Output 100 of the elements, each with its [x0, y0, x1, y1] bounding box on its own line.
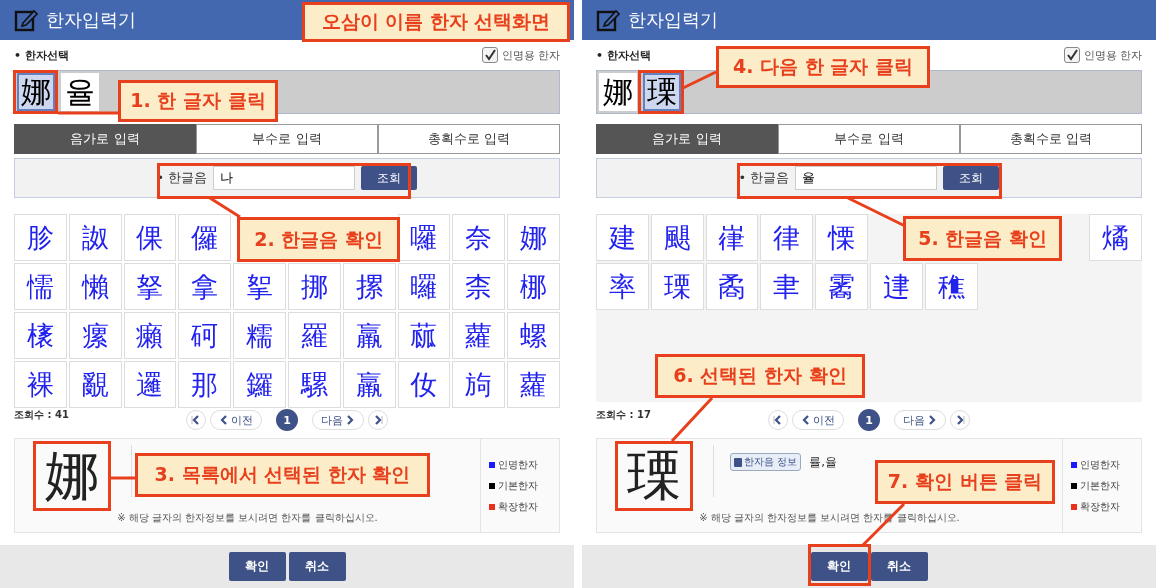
hanja-cell[interactable]: 羸 — [342, 312, 396, 359]
hanja-cell[interactable]: 瑮 — [650, 263, 704, 310]
info-badge[interactable]: 한자음 정보 — [730, 453, 802, 471]
action-button[interactable]: 취소 — [288, 552, 346, 581]
last-page-button[interactable] — [950, 410, 970, 430]
hanja-cell[interactable]: 騾 — [288, 361, 341, 408]
edit-icon — [14, 8, 38, 32]
hanja-cell[interactable]: 裸 — [14, 361, 67, 408]
first-page-button[interactable] — [768, 410, 788, 430]
search-label: • 한글음 — [738, 169, 790, 187]
tab[interactable]: 음가로 입력 — [14, 124, 196, 154]
hanja-cell[interactable]: 儸 — [178, 214, 232, 261]
tab[interactable]: 총획수로 입력 — [378, 124, 560, 154]
callout-label: 1. 한 글자 클릭 — [118, 80, 278, 122]
window-title: 한자입력기 — [628, 8, 718, 32]
hanja-cell[interactable]: 聿 — [760, 263, 814, 310]
last-page-icon — [955, 414, 965, 426]
next-button[interactable]: 다음 — [312, 410, 364, 430]
hanja-cell[interactable]: 慄 — [815, 214, 868, 261]
checkbox[interactable] — [481, 47, 498, 63]
callout-label: 오삼이 이름 한자 선택화면 — [302, 2, 570, 42]
hanja-reading: 률,율 — [809, 453, 837, 471]
action-button[interactable]: 확인 — [810, 552, 868, 581]
hanja-cell[interactable]: 穛 — [924, 263, 978, 310]
hanja-cell[interactable]: 糯 — [233, 312, 286, 359]
action-button[interactable]: 확인 — [228, 552, 286, 581]
selected-char[interactable]: 瑮 — [643, 73, 681, 111]
hanja-cell[interactable]: 霱 — [815, 263, 868, 310]
hanja-cell[interactable]: 颶 — [650, 214, 704, 261]
highlight-frame — [808, 544, 871, 586]
search-button[interactable]: 조회 — [361, 166, 418, 190]
hanja-cell[interactable]: 柰 — [452, 263, 506, 310]
hanja-cell[interactable]: 橠 — [14, 312, 67, 359]
hanja-cell[interactable]: 蘿 — [507, 361, 560, 408]
last-page-icon — [373, 414, 383, 426]
previous-button[interactable]: 이전 — [210, 410, 262, 430]
selected-char[interactable]: 율 — [61, 73, 99, 111]
hanja-cell[interactable]: 砢 — [178, 312, 232, 359]
hanja-cell[interactable]: 摞 — [342, 263, 396, 310]
hanja-cell[interactable]: 拿 — [178, 263, 232, 310]
section-label: • 한자선택 — [596, 47, 651, 63]
hanja-cell[interactable]: 覶 — [68, 361, 122, 408]
hanja-cell[interactable]: 懦 — [14, 263, 67, 310]
hanja-cell[interactable]: 㚢 — [397, 361, 451, 408]
chevron-right-icon — [345, 414, 355, 426]
section-label: • 한자선택 — [14, 47, 69, 63]
tab[interactable]: 부수로 입력 — [196, 124, 378, 154]
checkbox-label: 인명용 한자 — [1083, 47, 1142, 63]
hanja-cell[interactable]: 矞 — [705, 263, 759, 310]
hanja-cell[interactable]: 癩 — [123, 312, 177, 359]
search-button[interactable]: 조회 — [943, 166, 1000, 190]
callout-label: 7. 확인 버튼 클릭 — [875, 460, 1055, 504]
result-count: 조회수 : 41 — [14, 408, 69, 422]
next-button[interactable]: 다음 — [894, 410, 946, 430]
hanja-cell[interactable]: 囉 — [397, 214, 451, 261]
search-field[interactable]: 나 — [213, 166, 356, 190]
page-number[interactable]: 1 — [858, 409, 880, 431]
hanja-cell[interactable]: 那 — [178, 361, 232, 408]
hanja-cell[interactable]: 率 — [596, 263, 649, 310]
last-page-button[interactable] — [368, 410, 388, 430]
hanja-cell[interactable]: 羸 — [342, 361, 396, 408]
hanja-cell[interactable]: 懶 — [68, 263, 122, 310]
hanja-cell[interactable]: 螺 — [507, 312, 560, 359]
hanja-cell[interactable]: 倮 — [123, 214, 177, 261]
previous-button[interactable]: 이전 — [792, 410, 844, 430]
hanja-cell[interactable]: 挐 — [233, 263, 286, 310]
hanja-cell[interactable]: 曪 — [397, 263, 451, 310]
first-page-button[interactable] — [186, 410, 206, 430]
hanja-cell[interactable]: 詉 — [68, 214, 122, 261]
edit-icon — [596, 8, 620, 32]
tab[interactable]: 음가로 입력 — [596, 124, 778, 154]
tab[interactable]: 부수로 입력 — [778, 124, 960, 154]
action-button[interactable]: 취소 — [870, 552, 928, 581]
page-number[interactable]: 1 — [276, 409, 298, 431]
hanja-cell[interactable]: 胗 — [14, 214, 67, 261]
hanja-cell[interactable]: 挪 — [288, 263, 341, 310]
hanja-cell[interactable]: 奈 — [452, 214, 506, 261]
hanja-cell[interactable]: 鑼 — [233, 361, 286, 408]
checkbox[interactable] — [1063, 47, 1080, 63]
callout-label: 4. 다음 한 글자 클릭 — [716, 46, 930, 88]
legend-label: 기본한자 — [1080, 478, 1120, 493]
hanja-cell[interactable]: 燏 — [1089, 214, 1142, 261]
hanja-cell[interactable]: 蓏 — [397, 312, 451, 359]
selected-char[interactable]: 娜 — [17, 73, 55, 111]
hanja-cell[interactable]: 㫊 — [452, 361, 506, 408]
hanja-cell[interactable]: 娜 — [507, 214, 560, 261]
hanja-cell[interactable]: 梛 — [507, 263, 560, 310]
hanja-cell[interactable]: 蘿 — [452, 312, 506, 359]
legend-label: 확장한자 — [498, 499, 538, 514]
search-field[interactable]: 율 — [795, 166, 938, 190]
hanja-cell[interactable]: 䢖 — [870, 263, 923, 310]
tab[interactable]: 총획수로 입력 — [960, 124, 1142, 154]
selected-char[interactable]: 娜 — [599, 73, 637, 111]
hanja-cell[interactable]: 建 — [596, 214, 649, 261]
hanja-cell[interactable]: 羅 — [288, 312, 341, 359]
hanja-cell[interactable]: 嵂 — [705, 214, 759, 261]
hanja-cell[interactable]: 邏 — [123, 361, 177, 408]
hanja-cell[interactable]: 拏 — [123, 263, 177, 310]
hanja-cell[interactable]: 瘰 — [68, 312, 122, 359]
hanja-cell[interactable]: 律 — [760, 214, 814, 261]
